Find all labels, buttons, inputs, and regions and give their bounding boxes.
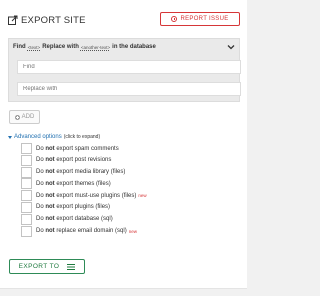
- export-icon: [8, 15, 18, 25]
- plus-icon: [14, 114, 20, 120]
- advanced-options-list: Do not export spam comments Do not expor…: [21, 143, 221, 237]
- option-label: Do not export plugins (files): [36, 204, 111, 211]
- replace-input[interactable]: [17, 82, 241, 96]
- option-label: Do not export media library (files): [36, 169, 126, 176]
- new-badge: new: [128, 228, 137, 234]
- find-replace-title-prefix: Find: [13, 44, 26, 50]
- option-label: Do not export post revisions: [36, 157, 112, 164]
- checkbox[interactable]: [21, 178, 32, 190]
- checkbox[interactable]: [21, 201, 32, 213]
- option-database[interactable]: Do not export database (sql): [21, 213, 221, 225]
- export-to-label: EXPORT TO: [18, 263, 60, 270]
- checkbox[interactable]: [21, 190, 32, 202]
- option-plugins[interactable]: Do not export plugins (files): [21, 201, 221, 213]
- option-email-domain[interactable]: Do not replace email domain (sql) new: [21, 225, 221, 237]
- export-to-button[interactable]: EXPORT TO: [9, 259, 85, 274]
- page-title: EXPORT SITE: [21, 14, 86, 26]
- report-issue-button[interactable]: REPORT ISSUE: [160, 12, 240, 26]
- text-token: <text>: [27, 44, 41, 50]
- add-label: ADD: [21, 114, 35, 120]
- export-panel: EXPORT SITE REPORT ISSUE Find <text> Rep…: [0, 0, 247, 296]
- option-label: Do not replace email domain (sql): [36, 228, 127, 235]
- option-label: Do not export must-use plugins (files): [36, 192, 137, 199]
- advanced-options-label: Advanced options: [14, 134, 62, 140]
- advanced-options-toggle[interactable]: Advanced options (click to expand): [8, 134, 100, 140]
- checkbox[interactable]: [21, 154, 32, 166]
- option-themes[interactable]: Do not export themes (files): [21, 178, 221, 190]
- another-text-token: <another-text>: [80, 44, 111, 50]
- menu-icon: [67, 263, 76, 270]
- page-header: EXPORT SITE REPORT ISSUE: [8, 11, 240, 29]
- option-label: Do not export themes (files): [36, 180, 111, 187]
- find-replace-header[interactable]: Find <text> Replace with <another-text> …: [9, 39, 239, 55]
- checkbox[interactable]: [21, 213, 32, 225]
- find-replace-title-suffix: in the database: [112, 44, 156, 50]
- checkbox[interactable]: [21, 166, 32, 178]
- option-label: Do not export database (sql): [36, 216, 113, 223]
- option-spam-comments[interactable]: Do not export spam comments: [21, 143, 221, 154]
- option-label: Do not export spam comments: [36, 145, 119, 152]
- find-replace-title-middle: Replace with: [42, 44, 79, 50]
- option-must-use-plugins[interactable]: Do not export must-use plugins (files) n…: [21, 190, 221, 202]
- new-badge: new: [138, 193, 147, 199]
- report-issue-label: REPORT ISSUE: [180, 16, 229, 22]
- checkbox[interactable]: [21, 225, 32, 237]
- find-replace-box: Find <text> Replace with <another-text> …: [8, 38, 241, 102]
- chevron-down-icon[interactable]: [227, 43, 235, 51]
- add-button[interactable]: ADD: [9, 110, 40, 124]
- caret-down-icon: [8, 135, 12, 139]
- find-input[interactable]: [17, 60, 241, 74]
- alert-icon: [171, 16, 178, 22]
- option-post-revisions[interactable]: Do not export post revisions: [21, 154, 221, 166]
- footer-bar: [0, 288, 247, 296]
- checkbox[interactable]: [21, 143, 32, 154]
- option-media-library[interactable]: Do not export media library (files): [21, 166, 221, 178]
- advanced-options-hint: (click to expand): [63, 134, 101, 140]
